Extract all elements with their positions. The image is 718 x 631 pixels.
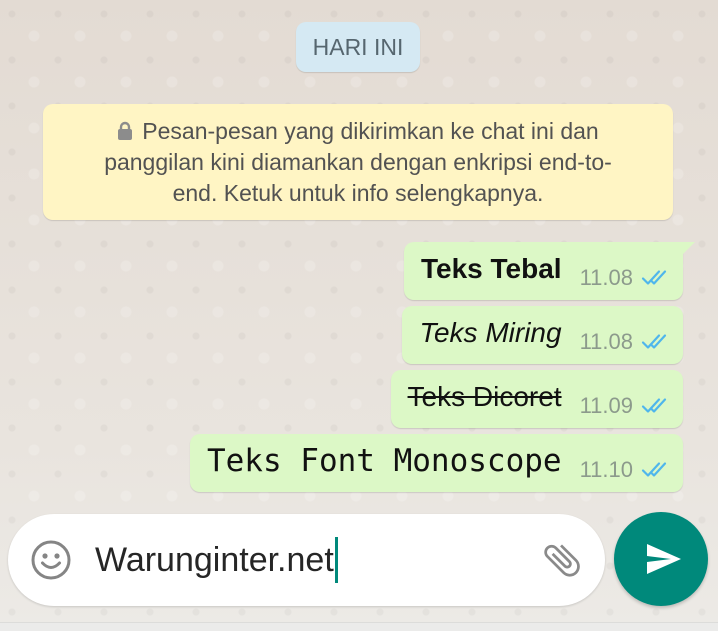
outgoing-message[interactable]: Teks Tebal 11.08 <box>404 242 695 300</box>
message-meta: 11.09 <box>580 393 669 419</box>
outgoing-message[interactable]: Teks Miring 11.08 <box>402 306 683 364</box>
message-composer: Warunginter.net <box>8 514 605 606</box>
outgoing-message[interactable]: Teks Dicoret 11.09 <box>390 370 683 428</box>
message-text: Teks Dicoret <box>407 381 562 412</box>
text-caret <box>334 537 338 583</box>
encryption-notice-line: end. Ketuk untuk info selengkapnya. <box>172 180 544 206</box>
encryption-notice-line: panggilan kini diamankan dengan enkripsi… <box>104 149 612 175</box>
encryption-notice-line: Pesan-pesan yang dikirimkan ke chat ini … <box>43 116 673 147</box>
message-input[interactable]: Warunginter.net <box>95 514 525 606</box>
message-input-value: Warunginter.net <box>95 540 334 579</box>
double-check-icon <box>641 398 667 413</box>
message-text: Teks Tebal <box>421 253 562 284</box>
message-time: 11.08 <box>579 329 633 354</box>
send-button[interactable] <box>614 512 708 606</box>
bottom-edge <box>0 622 718 631</box>
message-time: 11.10 <box>579 457 633 482</box>
date-chip: HARI INI <box>296 22 420 72</box>
message-meta: 11.10 <box>580 457 669 483</box>
send-icon <box>647 544 681 574</box>
message-text: Teks Font Monoscope <box>206 443 562 479</box>
encryption-notice[interactable]: Pesan-pesan yang dikirimkan ke chat ini … <box>43 104 673 220</box>
encryption-notice-text: Pesan-pesan yang dikirimkan ke chat ini … <box>142 118 599 144</box>
message-time: 11.08 <box>579 265 633 290</box>
message-time: 11.09 <box>579 393 633 418</box>
double-check-icon <box>641 334 667 349</box>
lock-icon <box>118 121 133 140</box>
message-text: Teks Miring <box>419 317 562 348</box>
message-list: Teks Tebal 11.08 Teks Miring 11.08 Teks … <box>189 242 695 492</box>
smiley-icon[interactable] <box>30 539 72 581</box>
double-check-icon <box>641 462 667 477</box>
outgoing-message[interactable]: Teks Font Monoscope 11.10 <box>189 434 683 492</box>
message-meta: 11.08 <box>580 265 669 291</box>
paperclip-icon[interactable] <box>531 529 593 591</box>
message-meta: 11.08 <box>580 329 669 355</box>
double-check-icon <box>641 270 667 285</box>
